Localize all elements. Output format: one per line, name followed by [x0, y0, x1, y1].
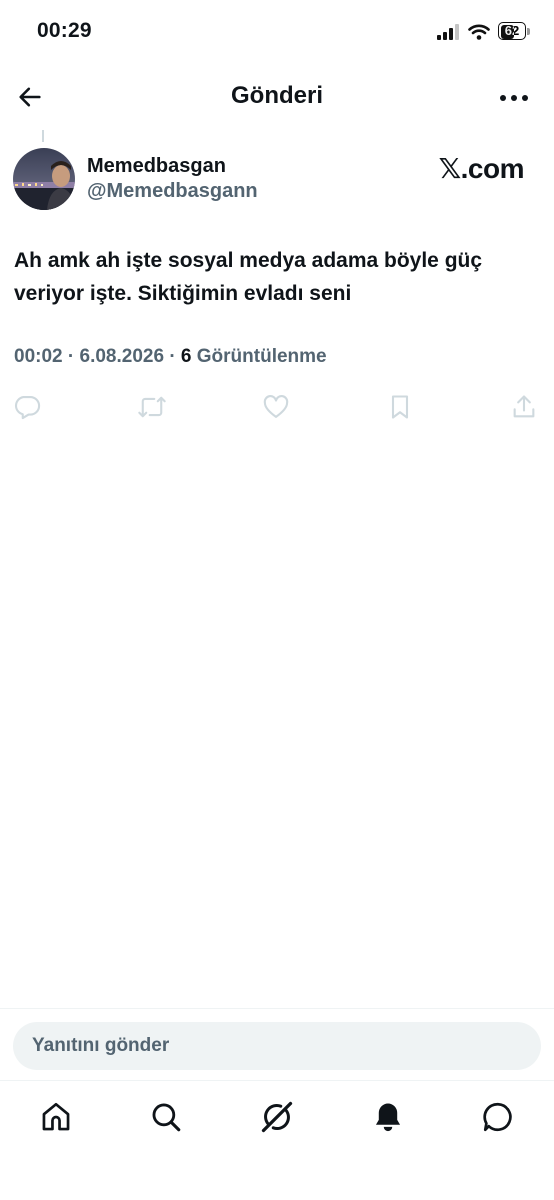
messages-icon [483, 1102, 512, 1132]
reply-button[interactable] [11, 390, 45, 424]
home-icon [42, 1102, 70, 1131]
meta-separator: · [67, 346, 80, 367]
tab-messages[interactable] [478, 1097, 518, 1137]
author-handle[interactable]: @Memedbasgann [87, 180, 258, 203]
cellular-signal-icon [437, 24, 459, 40]
share-button[interactable] [507, 390, 541, 424]
x-com-watermark: 𝕏.com [438, 153, 525, 184]
status-bar: 00:29 62 [0, 0, 554, 66]
share-icon [513, 395, 535, 418]
reply-input[interactable]: Yanıtını gönder [13, 1022, 541, 1070]
battery-tip [527, 28, 530, 35]
wifi-icon [468, 24, 490, 40]
tab-home[interactable] [36, 1097, 76, 1137]
post-time[interactable]: 00:02 [14, 346, 63, 367]
bookmark-icon [391, 395, 409, 419]
status-time: 00:29 [37, 19, 92, 42]
search-icon [152, 1103, 181, 1132]
home-indicator [206, 1186, 348, 1191]
heart-icon [263, 395, 289, 418]
more-icon [500, 95, 528, 101]
avatar[interactable] [13, 148, 75, 210]
notifications-icon [375, 1103, 401, 1132]
header: Gönderi [0, 66, 554, 128]
more-options-button[interactable] [496, 80, 532, 116]
post-date[interactable]: 6.08.2026 [80, 346, 165, 367]
tab-search[interactable] [146, 1097, 186, 1137]
battery-percentage: 62 [504, 23, 520, 38]
divider [0, 1008, 554, 1009]
avatar-image [13, 148, 75, 210]
tab-notifications[interactable] [368, 1097, 408, 1137]
views-label[interactable]: Görüntülenme [197, 346, 327, 367]
page-title: Gönderi [230, 82, 323, 109]
bookmark-button[interactable] [383, 390, 417, 424]
repost-button[interactable] [135, 390, 169, 424]
thread-connector-line [42, 130, 44, 142]
post-metadata: 00:02 · 6.08.2026 · 6 Görüntülenme [14, 346, 327, 368]
status-icons: 62 [436, 22, 532, 42]
grok-icon [261, 1101, 293, 1133]
views-count[interactable]: 6 [181, 346, 192, 367]
post-actions [0, 390, 554, 424]
author-display-name[interactable]: Memedbasgan [87, 155, 226, 178]
repost-icon [138, 396, 166, 418]
meta-separator: · [169, 346, 181, 367]
battery-indicator: 62 [498, 22, 532, 42]
tab-grok[interactable] [257, 1097, 297, 1137]
reply-icon [14, 396, 41, 420]
like-button[interactable] [259, 390, 293, 424]
post-text: Ah amk ah işte sosyal medya adama böyle … [14, 249, 483, 305]
bottom-tab-bar [0, 1081, 554, 1161]
